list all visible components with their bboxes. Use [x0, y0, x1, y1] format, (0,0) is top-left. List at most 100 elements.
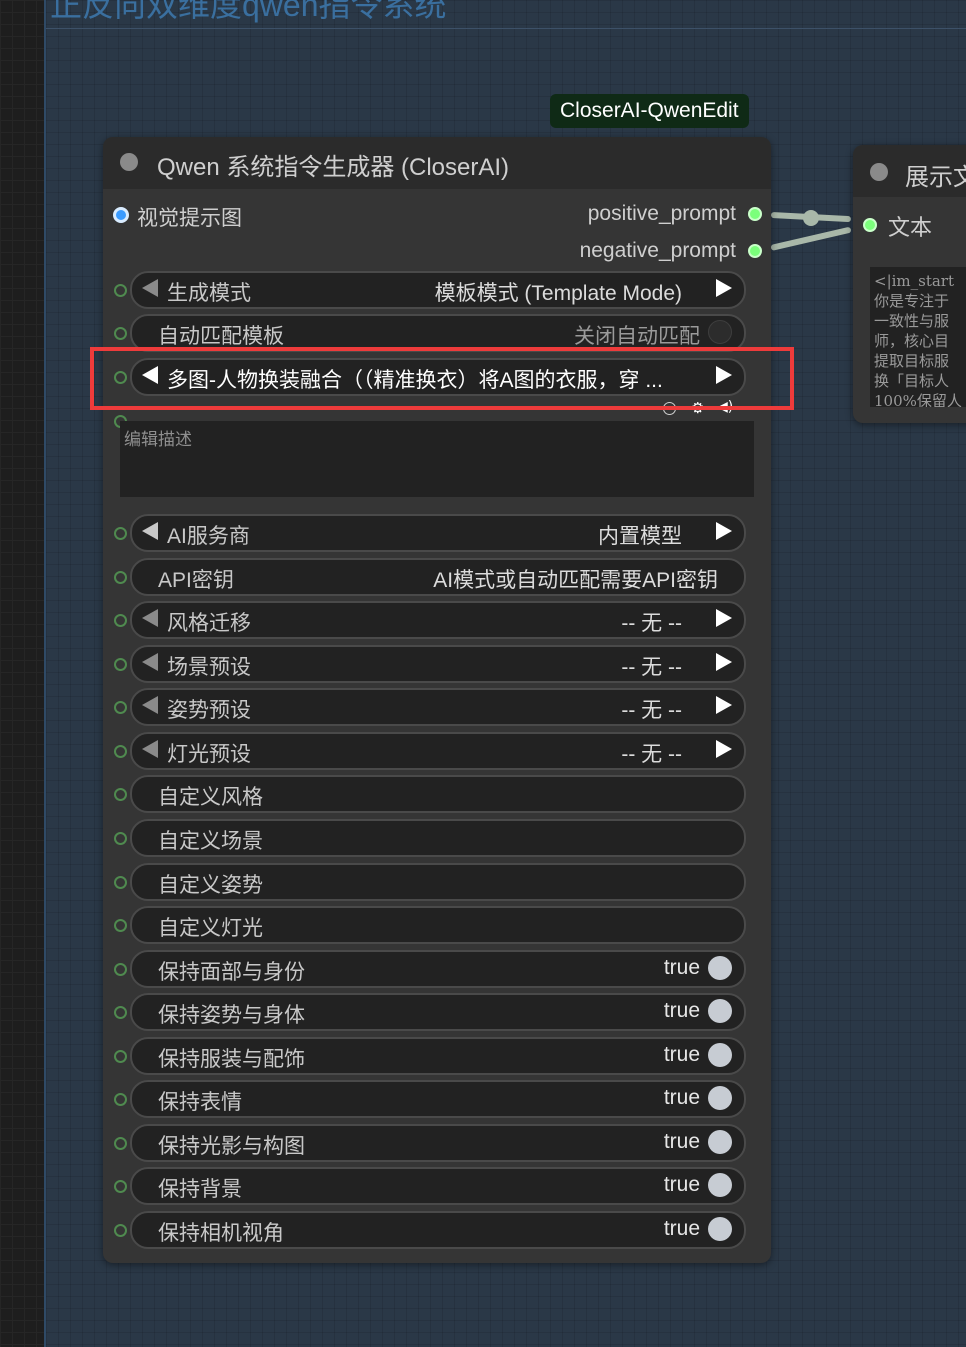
qwen-instruction-node[interactable]: Qwen 系统指令生成器 (CloserAI) 视觉提示图 positive_p… [103, 137, 771, 1263]
widget-input-slot[interactable] [114, 701, 127, 714]
generation-mode-combo[interactable]: 生成模式 模板模式 (Template Mode) [130, 271, 746, 309]
api-key-field[interactable]: API密钥 AI模式或自动匹配需要API密钥 [130, 558, 746, 596]
scene-preset-combo[interactable]: 场景预设 -- 无 -- [130, 645, 746, 683]
keep-pose-body-toggle[interactable]: 保持姿势与身体 true [130, 993, 746, 1031]
arrow-right-icon[interactable] [716, 279, 732, 297]
widget-label: 保持相机视角 [158, 1222, 284, 1245]
collapse-dot-icon[interactable] [870, 163, 888, 181]
widget-label: 自定义场景 [158, 830, 263, 853]
widget-input-slot[interactable] [114, 919, 127, 932]
toggle-value: true [663, 1086, 700, 1109]
widget-label: 生成模式 [167, 282, 251, 305]
toggle-knob[interactable] [708, 1043, 732, 1067]
widget-value: -- 无 -- [621, 656, 682, 679]
arrow-left-icon[interactable] [142, 696, 158, 714]
node-title: 展示文 [905, 163, 966, 191]
widget-value: -- 无 -- [621, 612, 682, 635]
custom-pose-field[interactable]: 自定义姿势 [130, 863, 746, 901]
widget-value: AI模式或自动匹配需要API密钥 [433, 569, 718, 592]
widget-value: -- 无 -- [621, 743, 682, 766]
display-text-node[interactable]: 展示文 文本 <|im_start 你是专注于 一致性与服 师，核心目 提取目标… [853, 145, 966, 423]
arrow-left-icon[interactable] [142, 740, 158, 758]
toggle-value: true [663, 1130, 700, 1153]
widget-input-slot[interactable] [114, 832, 127, 845]
text-input-slot[interactable] [863, 218, 877, 232]
toggle-knob[interactable] [708, 320, 732, 344]
widget-input-slot[interactable] [114, 1180, 127, 1193]
negative-output-slot[interactable] [748, 244, 762, 258]
widget-input-slot[interactable] [114, 658, 127, 671]
arrow-left-icon[interactable] [142, 279, 158, 297]
widget-label: 灯光预设 [167, 743, 251, 766]
widget-input-slot[interactable] [114, 1050, 127, 1063]
arrow-right-icon[interactable] [716, 522, 732, 540]
toggle-value: true [663, 1043, 700, 1066]
arrow-left-icon[interactable] [142, 609, 158, 627]
image-input-label: 视觉提示图 [137, 207, 242, 230]
custom-lighting-field[interactable]: 自定义灯光 [130, 906, 746, 944]
widget-value: -- 无 -- [621, 699, 682, 722]
widget-input-slot[interactable] [114, 284, 127, 297]
widget-label: AI服务商 [167, 525, 250, 548]
ai-provider-combo[interactable]: AI服务商 内置模型 [130, 514, 746, 552]
widget-label: API密钥 [158, 569, 234, 592]
node-header[interactable]: Qwen 系统指令生成器 (CloserAI) [103, 137, 771, 189]
widget-label: 自定义灯光 [158, 917, 263, 940]
toggle-value: true [663, 956, 700, 979]
widget-input-slot[interactable] [114, 527, 127, 540]
keep-expression-toggle[interactable]: 保持表情 true [130, 1080, 746, 1118]
widget-input-slot[interactable] [114, 571, 127, 584]
widget-label: 自定义姿势 [158, 874, 263, 897]
arrow-right-icon[interactable] [716, 609, 732, 627]
toggle-knob[interactable] [708, 956, 732, 980]
widget-input-slot[interactable] [114, 745, 127, 758]
link-reroute-dot[interactable] [803, 210, 819, 226]
widget-input-slot[interactable] [114, 327, 127, 340]
arrow-right-icon[interactable] [716, 696, 732, 714]
pose-preset-combo[interactable]: 姿势预设 -- 无 -- [130, 688, 746, 726]
arrow-right-icon[interactable] [716, 653, 732, 671]
group-title[interactable]: 正反向双维度qwen指令系统 [50, 0, 447, 26]
keep-camera-angle-toggle[interactable]: 保持相机视角 true [130, 1211, 746, 1249]
display-textarea[interactable]: <|im_start 你是专注于 一致性与服 师，核心目 提取目标服 换「目标人… [870, 267, 966, 407]
widget-input-slot[interactable] [114, 614, 127, 627]
node-badge: CloserAI-QwenEdit [550, 94, 749, 128]
keep-background-toggle[interactable]: 保持背景 true [130, 1167, 746, 1205]
widget-value: 内置模型 [598, 525, 682, 548]
toggle-knob[interactable] [708, 1130, 732, 1154]
arrow-left-icon[interactable] [142, 653, 158, 671]
description-textarea[interactable]: 编辑描述 [120, 421, 754, 497]
group-title-divider [46, 28, 966, 29]
widget-label: 自定义风格 [158, 786, 263, 809]
widget-input-slot[interactable] [114, 876, 127, 889]
collapse-dot-icon[interactable] [120, 153, 138, 171]
widget-label: 保持姿势与身体 [158, 1004, 305, 1027]
custom-scene-field[interactable]: 自定义场景 [130, 819, 746, 857]
widget-input-slot[interactable] [114, 788, 127, 801]
toggle-knob[interactable] [708, 1217, 732, 1241]
widget-label: 保持光影与构图 [158, 1135, 305, 1158]
widget-input-slot[interactable] [114, 1137, 127, 1150]
selection-highlight-box [90, 347, 794, 410]
arrow-right-icon[interactable] [716, 740, 732, 758]
node-header[interactable]: 展示文 [853, 145, 966, 197]
toggle-knob[interactable] [708, 999, 732, 1023]
arrow-left-icon[interactable] [142, 522, 158, 540]
widget-input-slot[interactable] [114, 1006, 127, 1019]
style-transfer-combo[interactable]: 风格迁移 -- 无 -- [130, 601, 746, 639]
keep-clothing-accessories-toggle[interactable]: 保持服装与配饰 true [130, 1037, 746, 1075]
toggle-knob[interactable] [708, 1173, 732, 1197]
widget-value: 模板模式 (Template Mode) [434, 282, 682, 305]
widget-input-slot[interactable] [114, 1224, 127, 1237]
image-input-slot[interactable] [113, 207, 129, 223]
lighting-preset-combo[interactable]: 灯光预设 -- 无 -- [130, 732, 746, 770]
custom-style-field[interactable]: 自定义风格 [130, 775, 746, 813]
widget-label: 自动匹配模板 [158, 325, 284, 348]
keep-lighting-composition-toggle[interactable]: 保持光影与构图 true [130, 1124, 746, 1162]
widget-input-slot[interactable] [114, 1093, 127, 1106]
widget-input-slot[interactable] [114, 963, 127, 976]
positive-output-slot[interactable] [748, 207, 762, 221]
toggle-knob[interactable] [708, 1086, 732, 1110]
widget-label: 保持背景 [158, 1178, 242, 1201]
keep-face-identity-toggle[interactable]: 保持面部与身份 true [130, 950, 746, 988]
